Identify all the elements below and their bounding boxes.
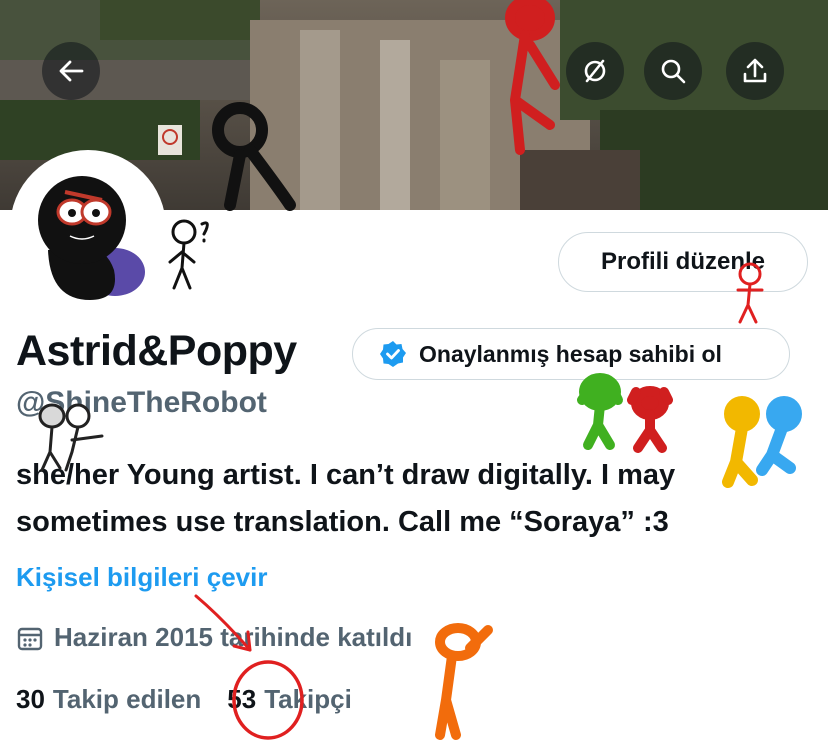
display-name: Astrid&Poppy — [16, 327, 297, 375]
following-link[interactable]: 30 Takip edilen — [16, 684, 201, 715]
hide-icon — [584, 59, 606, 83]
avatar-image — [13, 153, 163, 303]
get-verified-button[interactable]: Onaylanmış hesap sahibi ol — [352, 328, 790, 380]
share-button[interactable] — [726, 42, 784, 100]
orange-doodle-figure — [435, 623, 493, 740]
translate-bio-link[interactable]: Kişisel bilgileri çevir — [16, 562, 267, 593]
verified-badge-icon — [380, 341, 406, 367]
bio-line: sometimes use translation. Call me “Sora… — [16, 506, 669, 538]
red-blob-figure — [627, 386, 673, 453]
followers-label: Takipçi — [264, 684, 352, 714]
get-verified-label: Onaylanmış hesap sahibi ol — [419, 340, 722, 367]
edit-profile-button[interactable]: Profili düzenle — [558, 232, 808, 292]
followers-count: 53 — [227, 684, 257, 714]
back-button[interactable] — [42, 42, 100, 100]
green-doodle-figure — [577, 373, 623, 450]
profile-stats: 30 Takip edilen 53 Takipçi — [16, 684, 352, 715]
profile-handle: @ShineTheRobot — [16, 386, 267, 419]
share-icon — [743, 58, 767, 83]
calendar-icon — [17, 627, 43, 650]
joined-text: Haziran 2015 tarihinde katıldı — [54, 622, 413, 652]
following-label: Takip edilen — [52, 684, 202, 714]
bio-line: she/her Young artist. I can’t draw digit… — [16, 459, 676, 491]
profile-avatar[interactable] — [10, 150, 166, 306]
search-icon — [661, 59, 686, 84]
stick-figure-doodle — [168, 219, 209, 290]
following-count: 30 — [16, 684, 45, 714]
profile-bio: she/her Young artist. I can’t draw digit… — [16, 452, 816, 546]
hide-button[interactable] — [566, 42, 624, 100]
joined-date: Haziran 2015 tarihinde katıldı — [16, 622, 412, 653]
followers-link[interactable]: 53 Takipçi — [227, 684, 352, 715]
arrow-left-icon — [59, 60, 84, 82]
search-button[interactable] — [644, 42, 702, 100]
